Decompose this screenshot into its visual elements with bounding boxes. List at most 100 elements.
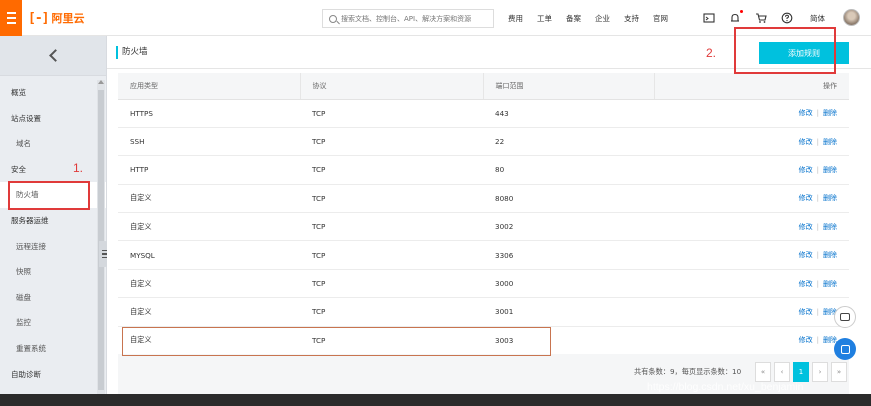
chevron-left-icon: [48, 49, 62, 62]
cell-app-type: HTTPS: [118, 99, 300, 128]
nav-item-enterprise[interactable]: 企业: [595, 13, 610, 24]
column-header-port-range: 端口范围: [483, 73, 655, 100]
sidebar-item-overview[interactable]: 概览: [0, 80, 106, 106]
delete-link[interactable]: 删除: [823, 138, 837, 146]
search-icon: [329, 14, 337, 23]
language-switch[interactable]: 简体: [810, 13, 825, 24]
edit-link[interactable]: 修改: [799, 109, 813, 117]
action-separator: |: [816, 137, 819, 146]
page-1-button[interactable]: 1: [793, 362, 809, 382]
cell-port-range: 8080: [483, 184, 654, 214]
bottom-strip: [0, 394, 871, 406]
aliyun-logo[interactable]: [-] 阿里云: [28, 9, 84, 27]
edit-link[interactable]: 修改: [799, 280, 813, 288]
nav-item-support[interactable]: 支持: [624, 13, 639, 24]
delete-link[interactable]: 删除: [823, 166, 837, 174]
delete-link[interactable]: 删除: [823, 251, 837, 259]
sidebar-item-self-diagnosis[interactable]: 自助诊断: [0, 362, 106, 388]
edit-link[interactable]: 修改: [799, 166, 813, 174]
cell-port-range: 3306: [483, 240, 654, 270]
sidebar: 概览 站点设置 域名 安全 防火墙 服务器运维 远程连接 快照 磁盘 监控 重置…: [0, 36, 109, 394]
cell-actions: 修改 | 删除: [654, 184, 849, 214]
action-separator: |: [816, 336, 819, 345]
watermark: https://blog.csdn.net/xu_benjamin: [647, 381, 804, 393]
feedback-icon[interactable]: [834, 338, 856, 360]
terminal-icon[interactable]: [703, 12, 715, 24]
action-separator: |: [816, 165, 819, 174]
edit-link[interactable]: 修改: [799, 336, 813, 344]
delete-link[interactable]: 删除: [823, 194, 837, 202]
table-row: 自定义 TCP 3002 修改 | 删除: [118, 212, 849, 242]
hamburger-menu-icon[interactable]: [0, 0, 22, 36]
help-icon[interactable]: [781, 12, 793, 24]
sidebar-item-snapshot[interactable]: 快照: [0, 259, 106, 285]
edit-link[interactable]: 修改: [799, 138, 813, 146]
first-page-button[interactable]: «: [755, 362, 771, 382]
annotation-box-new-row: [122, 327, 551, 356]
edit-link[interactable]: 修改: [799, 251, 813, 259]
column-header-actions: 操作: [654, 73, 849, 100]
cell-actions: 修改 | 删除: [654, 127, 849, 157]
last-page-button[interactable]: »: [831, 362, 847, 382]
search-box[interactable]: [322, 9, 494, 28]
table-row: HTTPS TCP 443 修改 | 删除: [118, 99, 849, 128]
action-separator: |: [816, 194, 819, 203]
action-separator: |: [816, 307, 819, 316]
cell-actions: 修改 | 删除: [654, 240, 849, 270]
search-input[interactable]: [341, 14, 491, 23]
delete-link[interactable]: 删除: [823, 223, 837, 231]
cell-protocol: TCP: [300, 297, 483, 327]
sidebar-item-monitor[interactable]: 监控: [0, 310, 106, 336]
cell-app-type: MYSQL: [118, 240, 300, 270]
cell-actions: 修改 | 删除: [654, 297, 849, 327]
cell-app-type: 自定义: [118, 269, 300, 299]
cell-port-range: 22: [483, 127, 654, 157]
edit-link[interactable]: 修改: [799, 308, 813, 316]
delete-link[interactable]: 删除: [823, 280, 837, 288]
table-row: SSH TCP 22 修改 | 删除: [118, 127, 849, 157]
scroll-up-arrow-icon[interactable]: [98, 80, 104, 84]
column-header-protocol: 协议: [300, 73, 484, 100]
sidebar-item-domain[interactable]: 域名: [0, 131, 106, 157]
cell-port-range: 3000: [483, 269, 654, 299]
nav-item-official-site[interactable]: 官网: [653, 13, 668, 24]
sidebar-item-site-settings[interactable]: 站点设置: [0, 106, 106, 132]
edit-link[interactable]: 修改: [799, 194, 813, 202]
cell-protocol: TCP: [300, 99, 483, 128]
sidebar-scrollbar-thumb[interactable]: [98, 90, 104, 390]
next-page-button[interactable]: ›: [812, 362, 828, 382]
nav-item-billing[interactable]: 费用: [508, 13, 523, 24]
cell-actions: 修改 | 删除: [654, 155, 849, 185]
cell-actions: 修改 | 删除: [654, 269, 849, 299]
sidebar-scrollbar[interactable]: [97, 80, 105, 394]
notification-dot: [740, 10, 743, 13]
delete-link[interactable]: 删除: [823, 109, 837, 117]
prev-page-button[interactable]: ‹: [774, 362, 790, 382]
sidebar-item-security[interactable]: 安全: [0, 157, 106, 183]
sidebar-item-reset-system[interactable]: 重置系统: [0, 336, 106, 362]
sidebar-item-server-ops[interactable]: 服务器运维: [0, 208, 106, 234]
sidebar-item-disk[interactable]: 磁盘: [0, 285, 106, 311]
cart-icon[interactable]: [755, 12, 767, 24]
top-nav: 费用 工单 备案 企业 支持 官网: [508, 0, 682, 36]
annotation-step-2: 2.: [706, 46, 717, 60]
title-accent-bar: [116, 46, 118, 59]
table-row: HTTP TCP 80 修改 | 删除: [118, 155, 849, 185]
sidebar-back-button[interactable]: [0, 36, 106, 76]
avatar[interactable]: [843, 9, 860, 26]
chat-icon[interactable]: [834, 306, 856, 328]
action-separator: |: [816, 279, 819, 288]
cell-protocol: TCP: [300, 212, 483, 242]
cell-app-type: 自定义: [118, 297, 300, 327]
nav-item-icp[interactable]: 备案: [566, 13, 581, 24]
edit-link[interactable]: 修改: [799, 223, 813, 231]
annotation-box-firewall: [8, 181, 90, 210]
nav-item-tickets[interactable]: 工单: [537, 13, 552, 24]
cell-port-range: 3001: [483, 297, 654, 327]
page-title: 防火墙: [122, 47, 148, 57]
table-body: HTTPS TCP 443 修改 | 删除 SSH TCP 22 修改 | 删除 HTTP TCP 80 修改…: [118, 99, 849, 356]
table-header-row: 应用类型 协议 端口范围 操作: [118, 73, 849, 100]
cell-protocol: TCP: [300, 240, 483, 270]
bell-icon[interactable]: [729, 10, 743, 24]
sidebar-item-remote-connect[interactable]: 远程连接: [0, 234, 106, 260]
